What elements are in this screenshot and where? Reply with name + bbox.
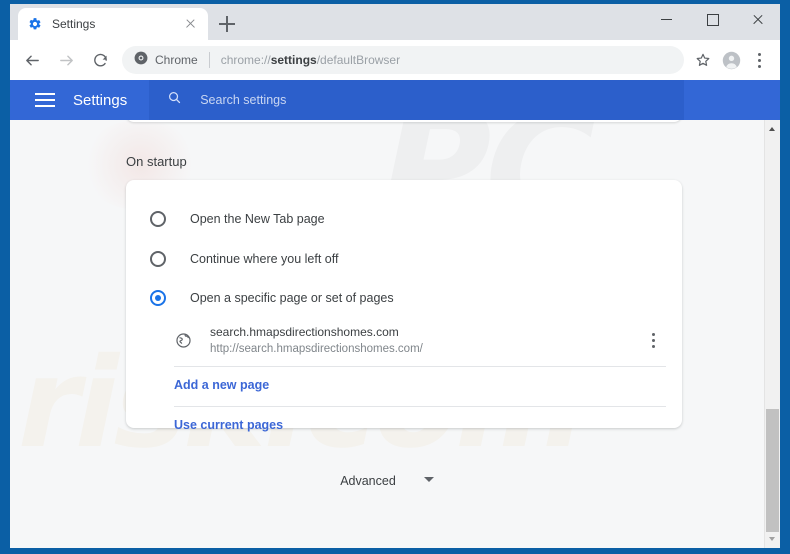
- startup-page-row: search.hmapsdirectionshomes.com http://s…: [126, 314, 682, 366]
- back-button[interactable]: [18, 46, 46, 74]
- startup-option-label: Continue where you left off: [190, 252, 339, 266]
- scrollbar-thumb[interactable]: [766, 409, 779, 532]
- search-icon: [167, 90, 182, 110]
- startup-option-label: Open a specific page or set of pages: [190, 291, 394, 305]
- chrome-logo-icon: [134, 51, 148, 70]
- use-current-pages-link[interactable]: Use current pages: [174, 418, 283, 432]
- tab-label: Settings: [52, 17, 96, 31]
- window-maximize-button[interactable]: [690, 4, 735, 34]
- url-suffix: /defaultBrowser: [316, 53, 401, 67]
- section-title-on-startup: On startup: [126, 154, 187, 169]
- tab-close-icon[interactable]: [183, 16, 199, 32]
- settings-content: PC risk.com On startup Open the New Tab …: [10, 120, 780, 548]
- advanced-toggle[interactable]: Advanced: [10, 474, 764, 488]
- url-bold-segment: settings: [270, 53, 317, 67]
- address-bar-url: chrome://settings/defaultBrowser: [221, 53, 400, 67]
- hamburger-icon[interactable]: [35, 93, 55, 107]
- on-startup-card: Open the New Tab page Continue where you…: [126, 180, 682, 432]
- page-title: Settings: [73, 91, 128, 109]
- startup-page-url: http://search.hmapsdirectionshomes.com/: [210, 342, 423, 355]
- address-bar[interactable]: Chrome chrome://settings/defaultBrowser: [122, 46, 684, 74]
- scrollbar-up-arrow-icon[interactable]: [765, 120, 780, 137]
- gear-icon: [27, 16, 43, 32]
- tab-settings[interactable]: Settings: [18, 8, 208, 40]
- search-placeholder: Search settings: [200, 93, 287, 107]
- startup-option-new-tab[interactable]: Open the New Tab page: [126, 199, 682, 239]
- browser-window-inner: Settings Chrome chrome://settings/defaul…: [10, 4, 780, 548]
- url-prefix: chrome://: [220, 53, 271, 67]
- add-new-page-link[interactable]: Add a new page: [174, 378, 269, 392]
- radio-button[interactable]: [150, 251, 166, 267]
- settings-header: Settings Search settings: [10, 80, 780, 120]
- startup-option-continue[interactable]: Continue where you left off: [126, 239, 682, 279]
- forward-button[interactable]: [52, 46, 80, 74]
- omnibox-divider: [208, 52, 210, 68]
- avatar-icon[interactable]: [718, 47, 744, 73]
- startup-page-name: search.hmapsdirectionshomes.com: [210, 324, 399, 339]
- divider: [174, 406, 666, 407]
- window-minimize-button[interactable]: [645, 4, 690, 34]
- vertical-scrollbar[interactable]: [764, 120, 780, 548]
- reload-button[interactable]: [86, 46, 114, 74]
- startup-option-specific-page[interactable]: Open a specific page or set of pages: [126, 278, 682, 318]
- chrome-badge: Chrome: [134, 51, 198, 70]
- chevron-down-icon: [423, 476, 434, 486]
- browser-window: Settings Chrome chrome://settings/defaul…: [0, 0, 790, 554]
- startup-page-more-menu-icon[interactable]: [640, 327, 666, 353]
- chrome-badge-label: Chrome: [155, 53, 198, 67]
- radio-button-selected[interactable]: [150, 290, 166, 306]
- browser-toolbar: Chrome chrome://settings/defaultBrowser: [10, 40, 780, 80]
- window-close-button[interactable]: [735, 4, 780, 34]
- radio-button[interactable]: [150, 211, 166, 227]
- divider: [174, 366, 666, 367]
- tab-strip: Settings: [10, 4, 780, 40]
- previous-section-card: [126, 120, 682, 122]
- globe-icon: [174, 331, 192, 349]
- scrollbar-down-arrow-icon[interactable]: [765, 531, 780, 548]
- startup-option-label: Open the New Tab page: [190, 212, 325, 226]
- three-dots-vertical-icon[interactable]: [746, 47, 772, 73]
- startup-page-text: search.hmapsdirectionshomes.com http://s…: [210, 324, 640, 357]
- search-input[interactable]: Search settings: [149, 80, 684, 120]
- new-tab-button[interactable]: [216, 13, 238, 35]
- star-icon[interactable]: [690, 47, 716, 73]
- advanced-label: Advanced: [340, 474, 396, 488]
